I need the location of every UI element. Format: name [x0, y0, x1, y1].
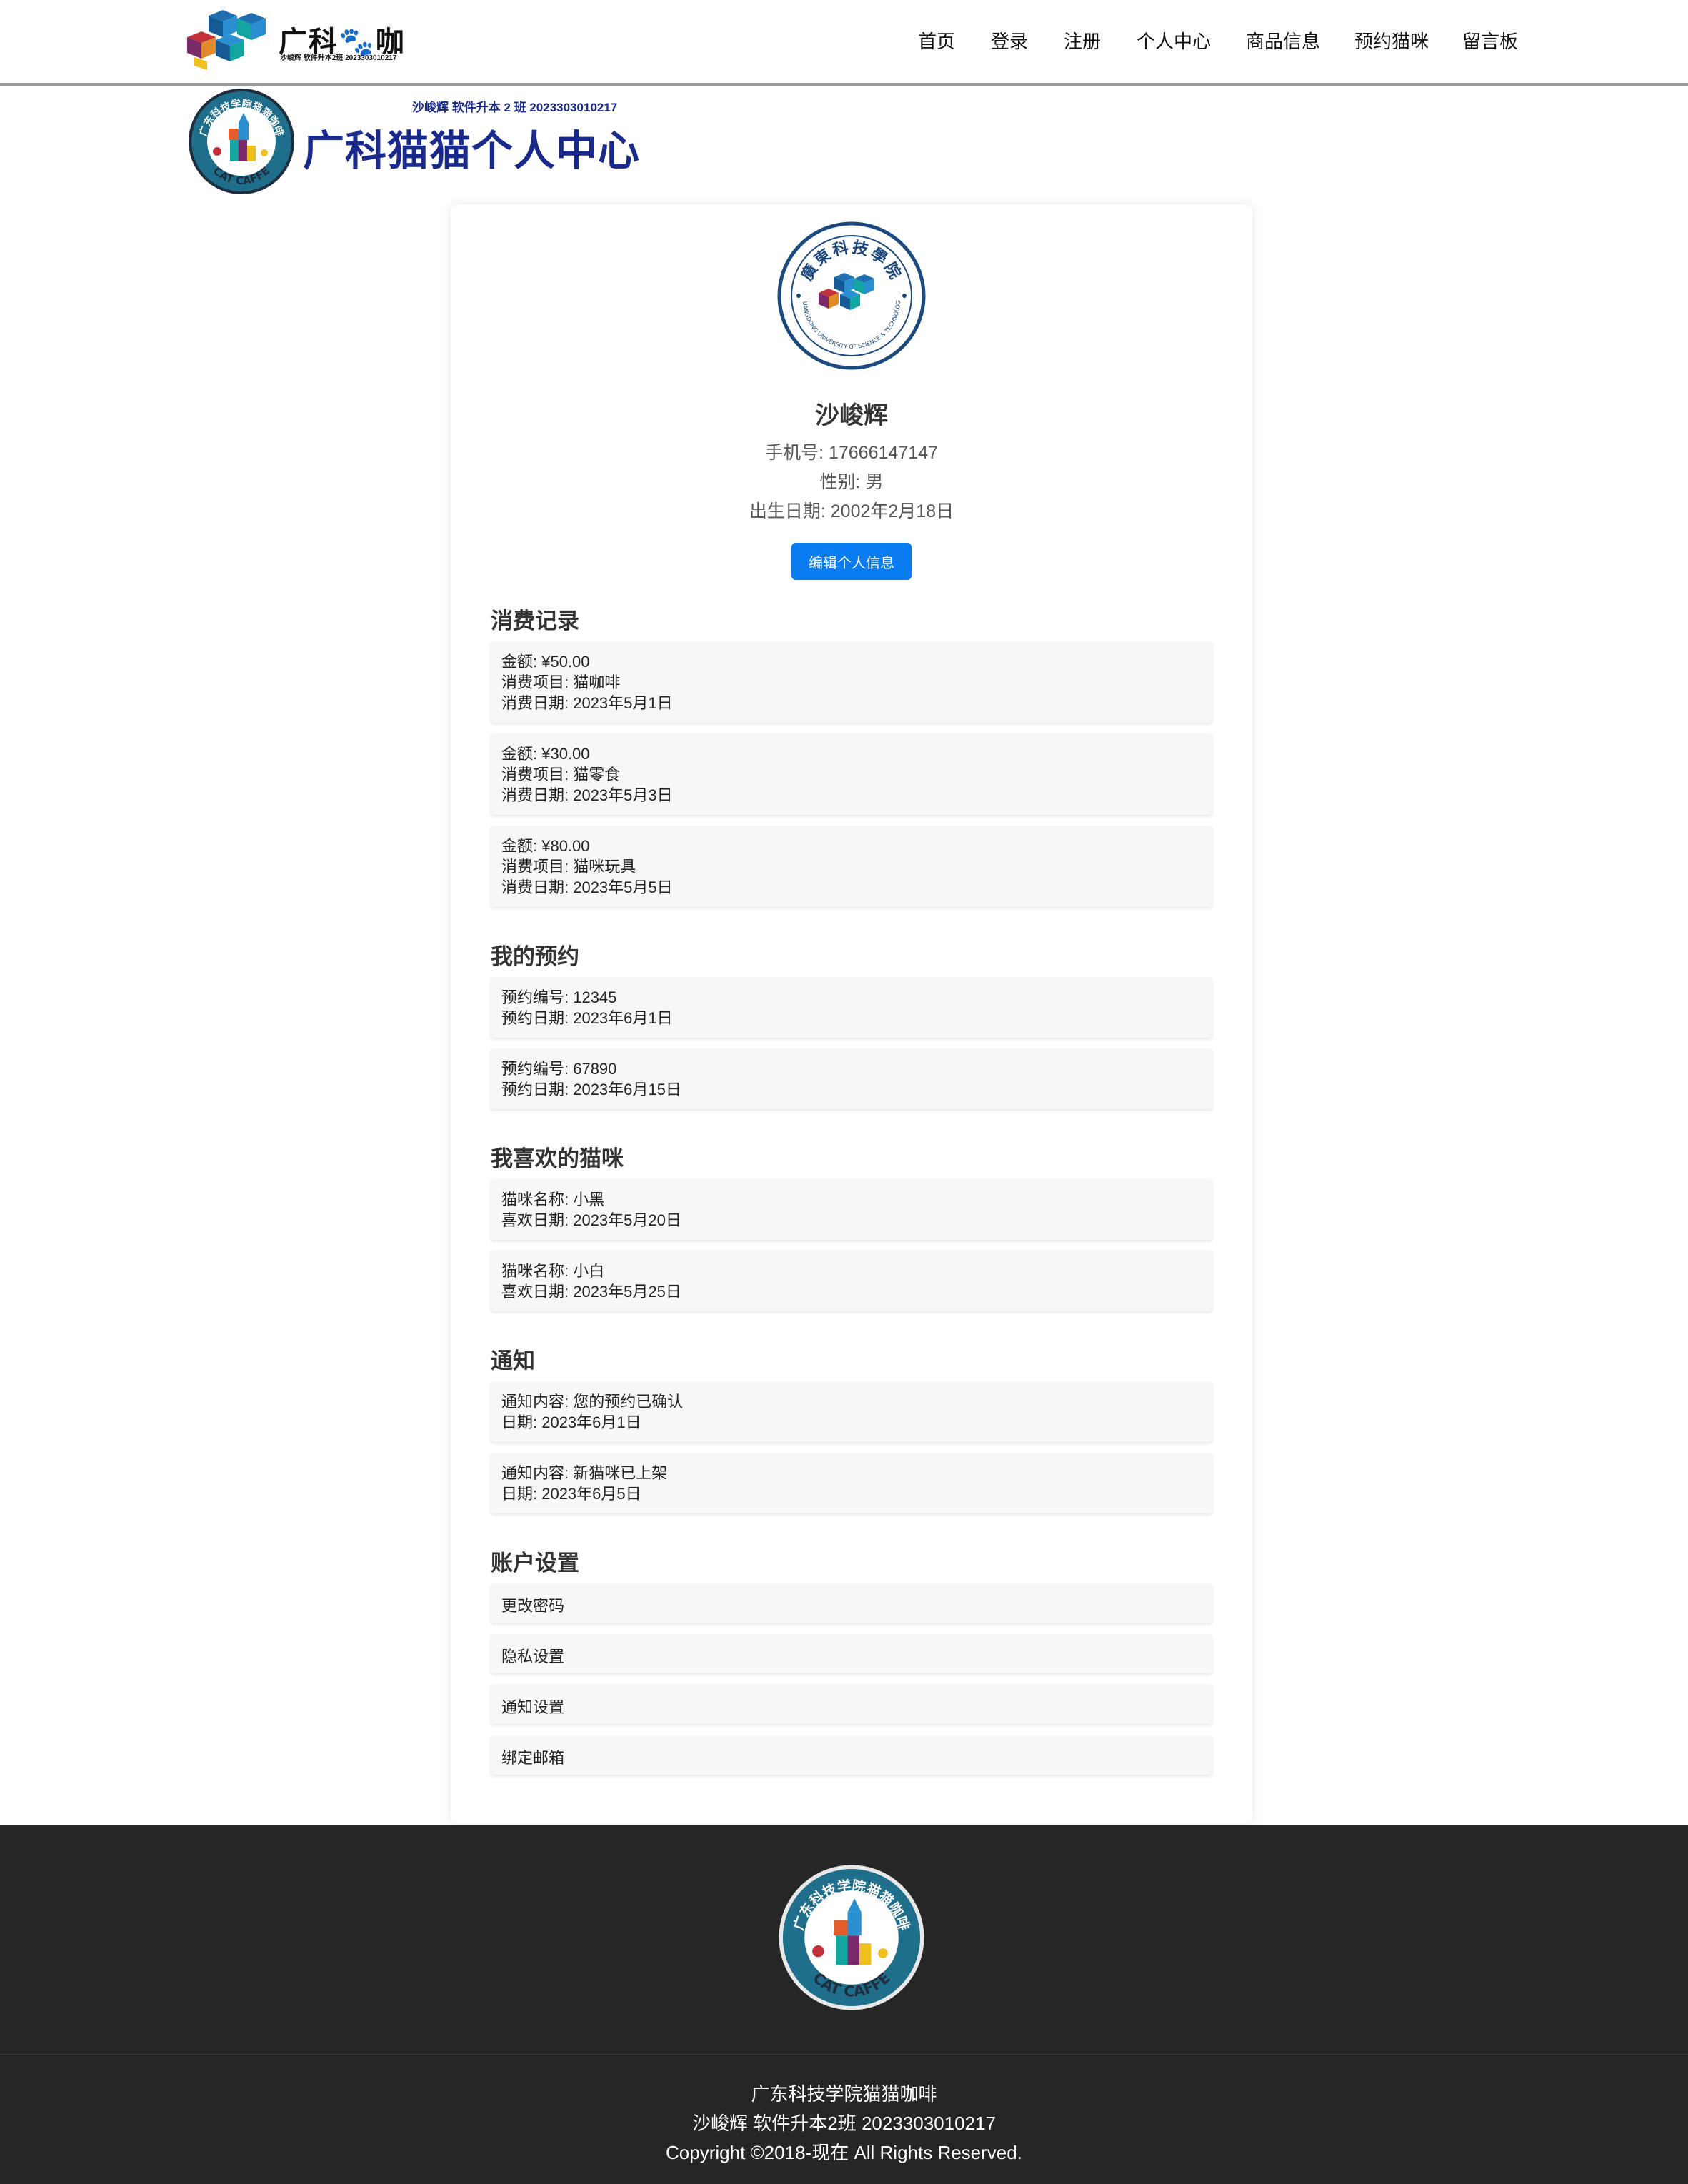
banner-subtitle: 沙峻辉 软件升本 2 班 2023303010217	[412, 101, 618, 114]
cat-name: 猫咪名称: 小黑	[501, 1191, 605, 1208]
consumption-record: 金额: ¥50.00 消费项目: 猫咖啡 消费日期: 2023年5月1日	[491, 641, 1212, 723]
record-item: 消费项目: 猫零食	[501, 766, 621, 783]
page-footer: 广东科技学院猫猫咖啡 CAT CAFFE 广东科技学院猫猫咖啡 沙峻辉 软件升本…	[0, 1825, 1688, 2184]
record-amount: 金额: ¥80.00	[501, 837, 590, 855]
setting-notifications[interactable]: 通知设置	[491, 1685, 1212, 1724]
profile-card: 廣東科技學院 GUANGDONG UNIVERSITY OF SCIENCE &…	[451, 204, 1252, 1824]
reservation-id: 预约编号: 12345	[501, 988, 617, 1006]
record-amount: 金额: ¥50.00	[501, 653, 590, 671]
brand-subtitle: 沙峻辉 软件升本2班 2023303010217	[280, 54, 397, 62]
footer-copyright: Copyright ©2018-现在 All Rights Reserved.	[666, 2142, 1022, 2163]
footer-divider	[0, 2054, 1688, 2055]
record-item: 消费项目: 猫咪玩具	[501, 858, 636, 876]
record-item: 消费项目: 猫咖啡	[501, 673, 621, 691]
record-date: 消费日期: 2023年5月1日	[501, 694, 673, 712]
favorite-date: 喜欢日期: 2023年5月20日	[501, 1211, 681, 1229]
nav-link-register[interactable]: 注册	[1064, 27, 1101, 54]
consumption-record: 金额: ¥30.00 消费项目: 猫零食 消费日期: 2023年5月3日	[491, 733, 1212, 815]
record-date: 消费日期: 2023年5月3日	[501, 786, 673, 804]
cat-cafe-emblem-icon: 广东科技学院猫猫咖啡 CAT CAFFE	[779, 1865, 924, 2010]
section-title-reservations: 我的预约	[491, 944, 579, 969]
top-navbar: 广科🐾咖 沙峻辉 软件升本2班 2023303010217 首页 登录 注册 个…	[0, 0, 1688, 86]
nav-link-home[interactable]: 首页	[918, 27, 955, 54]
page-banner: 广东科技学院猫猫咖啡 CAT CAFFE 沙峻辉 软件升本 2 班 202330…	[187, 86, 639, 197]
notification-record: 通知内容: 您的预约已确认 日期: 2023年6月1日	[491, 1381, 1212, 1442]
user-name: 沙峻辉	[815, 402, 888, 429]
setting-privacy[interactable]: 隐私设置	[491, 1634, 1212, 1673]
record-date: 消费日期: 2023年5月5日	[501, 878, 673, 896]
nav-link-login[interactable]: 登录	[991, 27, 1028, 54]
cat-name: 猫咪名称: 小白	[501, 1262, 605, 1280]
avatar: 廣東科技學院 GUANGDONG UNIVERSITY OF SCIENCE &…	[777, 221, 926, 370]
favorite-date: 喜欢日期: 2023年5月25日	[501, 1283, 681, 1301]
site-logo[interactable]: 广科🐾咖 沙峻辉 软件升本2班 2023303010217	[187, 10, 416, 70]
favorite-cat-record: 猫咪名称: 小白 喜欢日期: 2023年5月25日	[491, 1251, 1212, 1311]
reservation-date: 预约日期: 2023年6月1日	[501, 1009, 673, 1027]
nav-link-reserve-cat[interactable]: 预约猫咪	[1354, 27, 1429, 54]
nav-link-products[interactable]: 商品信息	[1246, 27, 1320, 54]
reservation-record: 预约编号: 67890 预约日期: 2023年6月15日	[491, 1048, 1212, 1109]
reservation-record: 预约编号: 12345 预约日期: 2023年6月1日	[491, 977, 1212, 1038]
setting-bind-email[interactable]: 绑定邮箱	[491, 1735, 1212, 1775]
nav-link-message-board[interactable]: 留言板	[1462, 27, 1518, 54]
section-title-consumption: 消费记录	[491, 608, 579, 633]
notification-date: 日期: 2023年6月5日	[501, 1485, 641, 1503]
nav-link-profile[interactable]: 个人中心	[1137, 27, 1211, 54]
notification-content: 通知内容: 您的预约已确认	[501, 1393, 684, 1411]
cube-logo-icon	[187, 10, 266, 70]
birth-info: 出生日期: 2002年2月18日	[749, 501, 954, 521]
phone-info: 手机号: 17666147147	[765, 443, 938, 463]
section-title-favorite-cats: 我喜欢的猫咪	[491, 1146, 624, 1171]
reservation-date: 预约日期: 2023年6月15日	[501, 1081, 681, 1098]
page-title: 广科猫猫个人中心	[303, 128, 641, 174]
consumption-record: 金额: ¥80.00 消费项目: 猫咪玩具 消费日期: 2023年5月5日	[491, 826, 1212, 907]
notification-content: 通知内容: 新猫咪已上架	[501, 1464, 668, 1482]
cat-cafe-emblem-icon: 广东科技学院猫猫咖啡 CAT CAFFE	[189, 89, 294, 194]
footer-author: 沙峻辉 软件升本2班 2023303010217	[692, 2113, 996, 2134]
section-title-account-settings: 账户设置	[491, 1551, 579, 1576]
reservation-id: 预约编号: 67890	[501, 1060, 617, 1078]
notification-record: 通知内容: 新猫咪已上架 日期: 2023年6月5日	[491, 1453, 1212, 1513]
gender-info: 性别: 男	[819, 472, 884, 492]
footer-site-name: 广东科技学院猫猫咖啡	[751, 2083, 937, 2105]
notification-date: 日期: 2023年6月1日	[501, 1413, 641, 1431]
record-amount: 金额: ¥30.00	[501, 745, 590, 763]
edit-profile-button[interactable]: 编辑个人信息	[791, 543, 912, 580]
setting-change-password[interactable]: 更改密码	[491, 1583, 1212, 1623]
section-title-notifications: 通知	[491, 1348, 535, 1373]
favorite-cat-record: 猫咪名称: 小黑 喜欢日期: 2023年5月20日	[491, 1179, 1212, 1240]
